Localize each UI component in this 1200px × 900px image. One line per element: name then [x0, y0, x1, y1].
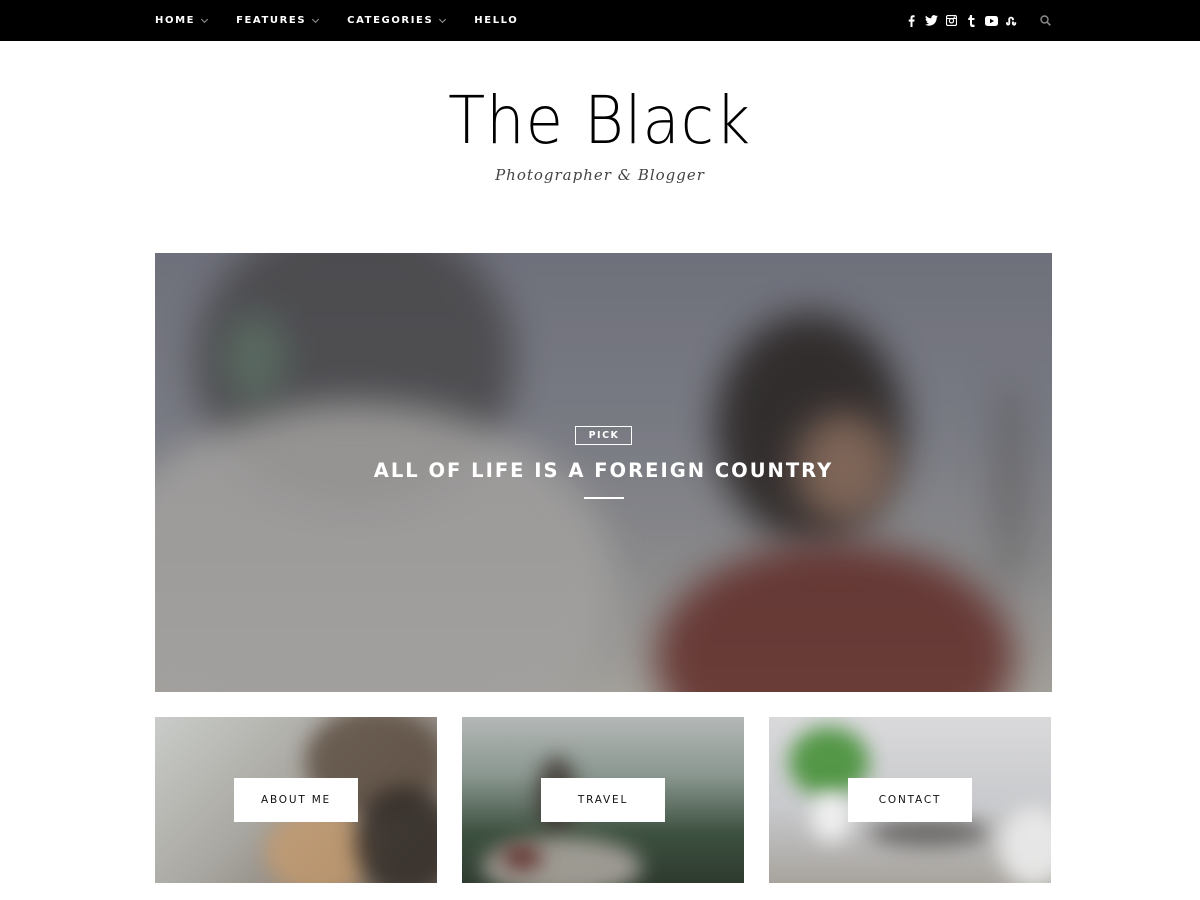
- card-image-shape: [502, 845, 542, 870]
- stumbleupon-icon[interactable]: [1004, 14, 1018, 28]
- nav-item-hello[interactable]: HELLO: [474, 15, 518, 26]
- title-divider: [583, 497, 624, 499]
- main-menu: HOME FEATURES CATEGORIES HELLO: [155, 0, 547, 41]
- post-category-badge[interactable]: PICK: [574, 426, 633, 445]
- promo-card-contact[interactable]: CONTACT: [769, 717, 1051, 883]
- top-navigation-bar: HOME FEATURES CATEGORIES HELLO: [0, 0, 1200, 41]
- site-title-text: The Black: [448, 82, 752, 159]
- tumblr-icon[interactable]: [964, 14, 978, 28]
- social-links: [898, 0, 1052, 41]
- instagram-icon[interactable]: [944, 14, 958, 28]
- twitter-icon[interactable]: [924, 14, 938, 28]
- hero-caption: PICK ALL OF LIFE IS A FOREIGN COUNTRY: [155, 425, 1052, 499]
- chevron-down-icon: [439, 15, 447, 23]
- card-image-shape: [811, 792, 851, 842]
- card-label[interactable]: ABOUT ME: [234, 778, 358, 822]
- nav-item-categories[interactable]: CATEGORIES: [347, 15, 447, 26]
- nav-item-features[interactable]: FEATURES: [236, 15, 320, 26]
- card-label[interactable]: CONTACT: [848, 778, 972, 822]
- chevron-down-icon: [201, 15, 209, 23]
- featured-post-slider[interactable]: PICK ALL OF LIFE IS A FOREIGN COUNTRY: [155, 253, 1052, 692]
- search-icon[interactable]: [1038, 14, 1052, 28]
- facebook-icon[interactable]: [904, 14, 918, 28]
- nav-item-home[interactable]: HOME: [155, 15, 209, 26]
- card-image-shape: [999, 807, 1051, 883]
- promo-card-travel[interactable]: TRAVEL: [462, 717, 744, 883]
- promo-card-about-me[interactable]: ABOUT ME: [155, 717, 437, 883]
- chevron-down-icon: [312, 15, 320, 23]
- site-logo[interactable]: The Black Photographer & Blogger: [0, 88, 1200, 185]
- site-tagline: Photographer & Blogger: [495, 166, 705, 184]
- post-title[interactable]: ALL OF LIFE IS A FOREIGN COUNTRY: [155, 459, 1052, 482]
- nav-item-label: FEATURES: [236, 15, 307, 26]
- site-title: The Black: [0, 88, 1200, 154]
- nav-item-label: HOME: [155, 15, 196, 26]
- youtube-icon[interactable]: [984, 14, 998, 28]
- nav-item-label: HELLO: [474, 15, 519, 26]
- card-label[interactable]: TRAVEL: [541, 778, 665, 822]
- nav-item-label: CATEGORIES: [347, 15, 434, 26]
